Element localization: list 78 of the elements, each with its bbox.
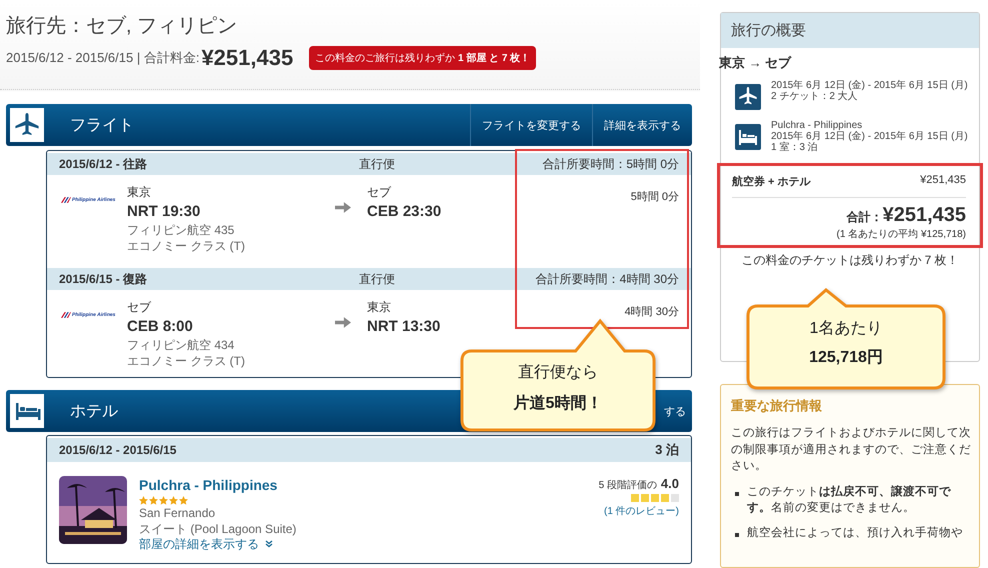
callout-text: 片道5時間！: [514, 394, 602, 414]
star-icon: [179, 496, 188, 506]
header-button[interactable]: 詳細を表示する: [592, 104, 692, 146]
stay-dates: 2015/6/12 - 2015/6/15: [59, 443, 178, 457]
arrival-time: NRT 13:30: [367, 316, 442, 336]
total-duration: 合計所要時間：4時間 30分: [536, 270, 679, 288]
arrival-time: CEB 23:30: [367, 202, 442, 222]
reviews-link[interactable]: (1 件のレビュー): [604, 504, 679, 518]
arrival-city: 東京: [367, 300, 392, 316]
cabin-class: エコノミー クラス (T): [127, 238, 246, 254]
airplane-icon: [735, 84, 761, 110]
nights-count: 3 泊: [655, 441, 679, 459]
header-button[interactable]: する: [658, 390, 692, 432]
hotel-location: San Fernando: [139, 506, 216, 522]
callout-text: 125,718円: [809, 348, 883, 368]
flight-type: 直行便: [359, 270, 396, 288]
flight-duration: 5時間 0分: [630, 190, 679, 205]
header-button[interactable]: フライトを変更する: [470, 104, 592, 146]
cabin-class: エコノミー クラス (T): [127, 354, 246, 370]
star-icon: [149, 496, 158, 506]
summary-detail: 2015年 6月 12日 (金) - 2015年 6月 15日 (月): [771, 80, 968, 91]
page-title: 旅行先：セブ, フィリピン: [6, 14, 238, 39]
departure-time: CEB 8:00: [127, 316, 194, 336]
airplane-icon: [10, 108, 44, 142]
arrow-icon: [335, 316, 351, 329]
price-label: 航空券 + ホテル: [732, 174, 811, 189]
rating-square: [631, 494, 639, 502]
flight-number: フィリピン航空 435: [127, 223, 236, 239]
bed-icon: [10, 394, 44, 428]
route: 東京 → セブ: [719, 54, 792, 72]
callout-text: 1名あたり: [810, 319, 882, 339]
flight-type: 直行便: [359, 156, 396, 172]
room-type: スイート (Pool Lagoon Suite): [139, 522, 298, 538]
rating-square: [641, 494, 649, 502]
summary-detail: 1 室：3 泊: [771, 142, 819, 153]
rating-square: [671, 494, 679, 502]
arrow-icon: [335, 201, 351, 214]
bed-icon: [735, 124, 761, 150]
star-icon: [139, 496, 148, 506]
summary-detail: 2015年 6月 12日 (金) - 2015年 6月 15日 (月): [771, 131, 968, 142]
rating-square: [661, 494, 669, 502]
arrival-city: セブ: [367, 185, 392, 201]
total-label: 合計：: [846, 210, 883, 224]
total-price: ¥251,435: [201, 45, 294, 71]
info-title: 重要な旅行情報: [731, 397, 823, 415]
leg-date: 2015/6/15 - 復路: [59, 270, 148, 288]
availability-notice: この料金のチケットは残りわずか 7 枚！: [740, 252, 960, 269]
price-value: ¥251,435: [920, 174, 966, 188]
departure-time: NRT 19:30: [127, 202, 202, 222]
availability-badge: この料金のご旅行は残りわずか 1 部屋 と 7 枚！: [309, 46, 536, 70]
summary-title: 旅行の概要: [721, 13, 979, 48]
rating-square: [651, 494, 659, 502]
section-title: ホテル: [70, 402, 118, 422]
info-bullet: このチケットは払戻不可、譲渡不可です。名前の変更はできません。: [747, 485, 952, 516]
trip-dates: 2015/6/12 - 2015/6/15 | 合計料金:: [6, 49, 200, 67]
bullet-icon: [735, 492, 739, 496]
callout-text: 直行便なら: [518, 362, 598, 383]
info-text: この旅行はフライトおよびホテルに関して次の制限事項が適用されますので、ご注意ください。: [731, 426, 972, 474]
bullet-icon: [735, 533, 739, 538]
summary-detail: Pulchra - Philippines: [771, 120, 864, 131]
hotel-name[interactable]: Pulchra - Philippines: [139, 476, 587, 494]
rating-score: 4.0: [660, 476, 679, 491]
summary-detail: 2 チケット：2 大人: [771, 91, 859, 102]
departure-city: セブ: [127, 300, 152, 316]
flight-number: フィリピン航空 434: [127, 338, 236, 354]
star-icon: [159, 496, 168, 506]
total-value: ¥251,435: [882, 204, 966, 227]
total-duration: 合計所要時間：5時間 0分: [542, 156, 679, 172]
info-bullet: 航空会社によっては、預け入れ手荷物や: [747, 526, 963, 542]
flight-duration: 4時間 30分: [624, 305, 679, 320]
chevron-icon: [265, 540, 274, 548]
average-price: (1 名あたりの平均 ¥125,718): [836, 228, 966, 241]
departure-city: 東京: [127, 185, 152, 201]
star-icon: [169, 496, 178, 506]
room-details-link[interactable]: 部屋の詳細を表示する: [139, 537, 587, 553]
section-title: フライト: [70, 116, 134, 136]
rating-label: 5 段階評価の: [598, 478, 657, 492]
leg-date: 2015/6/12 - 往路: [59, 156, 148, 172]
